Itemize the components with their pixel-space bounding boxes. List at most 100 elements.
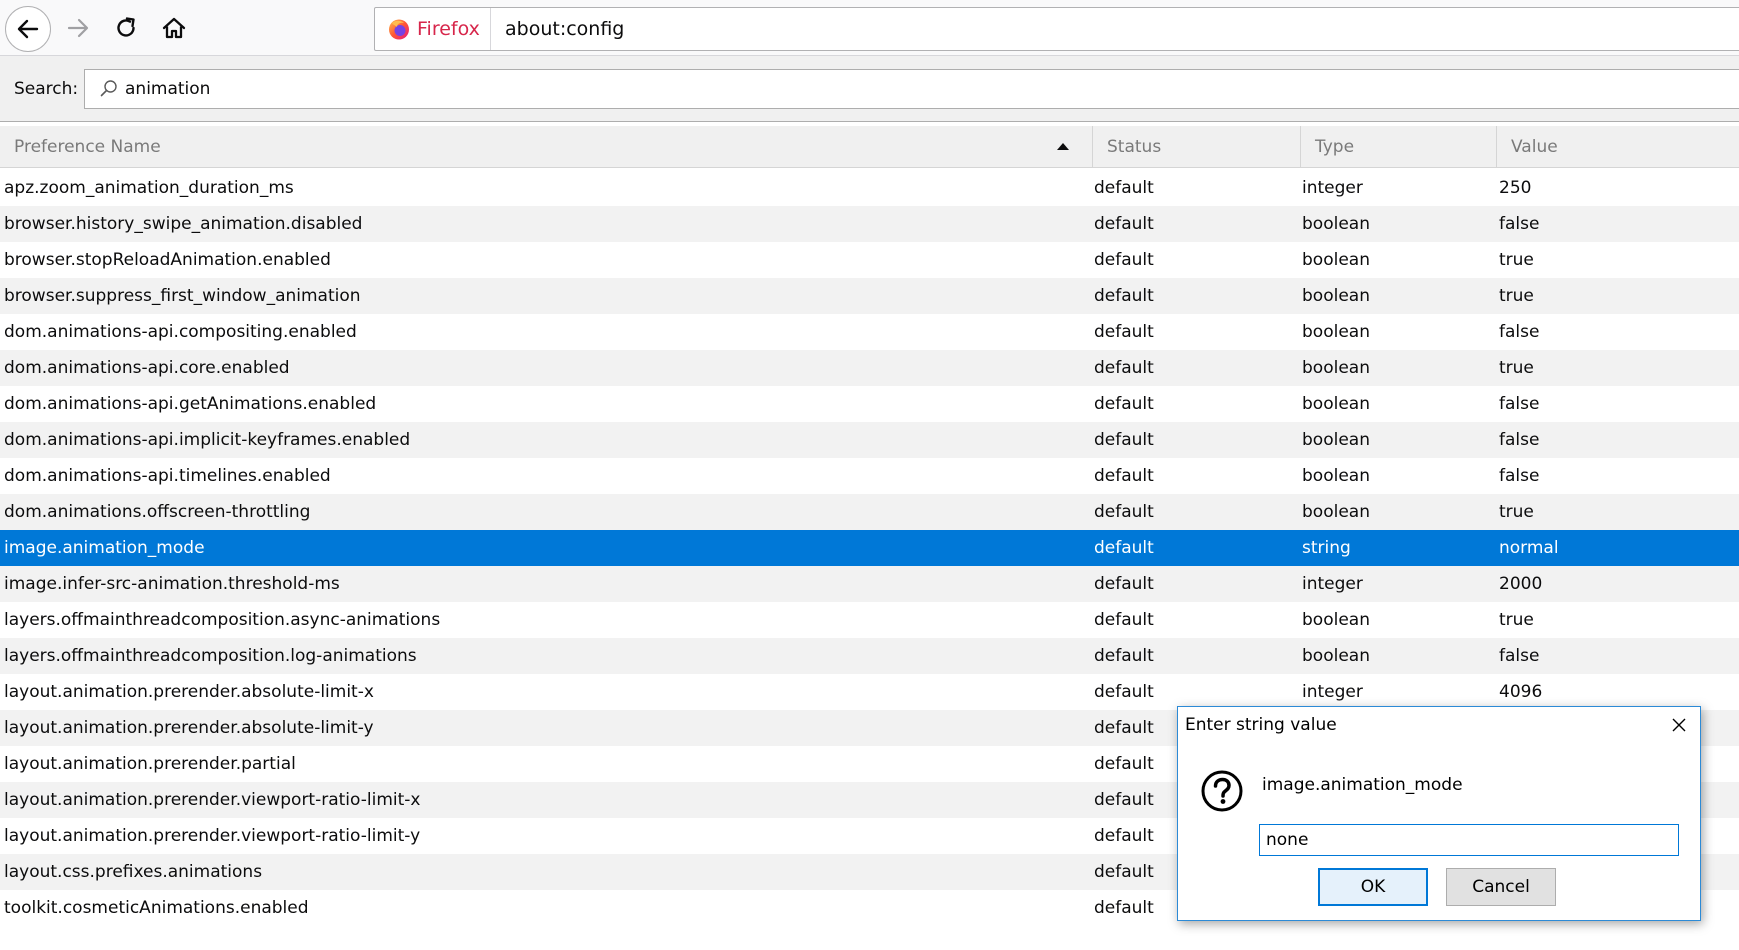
table-row[interactable]: dom.animations-api.getAnimations.enabled… bbox=[0, 386, 1739, 422]
url-text[interactable]: about:config bbox=[505, 8, 624, 50]
pref-value: true bbox=[1499, 250, 1534, 270]
table-row[interactable]: layers.offmainthreadcomposition.async-an… bbox=[0, 602, 1739, 638]
cancel-button[interactable]: Cancel bbox=[1446, 868, 1556, 906]
sort-ascending-icon bbox=[1057, 143, 1069, 150]
search-box[interactable] bbox=[84, 69, 1739, 109]
pref-status: default bbox=[1094, 394, 1154, 414]
arrow-left-icon bbox=[17, 19, 39, 39]
pref-status: default bbox=[1094, 790, 1154, 810]
search-input[interactable] bbox=[125, 70, 1725, 108]
pref-type: boolean bbox=[1302, 466, 1370, 486]
pref-status: default bbox=[1094, 898, 1154, 918]
pref-name: browser.suppress_first_window_animation bbox=[4, 286, 361, 306]
dialog-body: image.animation_mode OK Cancel bbox=[1178, 743, 1700, 920]
column-header-label: Value bbox=[1511, 137, 1558, 157]
table-row[interactable]: layout.animation.prerender.absolute-limi… bbox=[0, 674, 1739, 710]
pref-status: default bbox=[1094, 430, 1154, 450]
url-bar[interactable]: Firefox about:config bbox=[374, 7, 1739, 51]
pref-status: default bbox=[1094, 646, 1154, 666]
pref-name: dom.animations.offscreen-throttling bbox=[4, 502, 311, 522]
pref-value: false bbox=[1499, 394, 1540, 414]
pref-status: default bbox=[1094, 322, 1154, 342]
pref-type: boolean bbox=[1302, 394, 1370, 414]
pref-name: layout.animation.prerender.absolute-limi… bbox=[4, 682, 374, 702]
home-icon bbox=[162, 17, 186, 39]
pref-name: dom.animations-api.compositing.enabled bbox=[4, 322, 357, 342]
pref-name: browser.stopReloadAnimation.enabled bbox=[4, 250, 331, 270]
forward-button[interactable] bbox=[58, 8, 98, 48]
pref-value: true bbox=[1499, 286, 1534, 306]
table-row[interactable]: browser.stopReloadAnimation.enabled defau… bbox=[0, 242, 1739, 278]
string-value-input[interactable] bbox=[1259, 824, 1679, 856]
pref-type: boolean bbox=[1302, 610, 1370, 630]
pref-name: layers.offmainthreadcomposition.log-anim… bbox=[4, 646, 417, 666]
pref-status: default bbox=[1094, 682, 1154, 702]
table-row[interactable]: dom.animations-api.timelines.enabled defa… bbox=[0, 458, 1739, 494]
pref-value: false bbox=[1499, 430, 1540, 450]
pref-status: default bbox=[1094, 610, 1154, 630]
search-row: Search: bbox=[0, 56, 1739, 122]
arrow-right-icon bbox=[67, 18, 89, 38]
pref-status: default bbox=[1094, 754, 1154, 774]
enter-string-dialog: Enter string value image.animation_mode … bbox=[1177, 706, 1701, 921]
dialog-close-button[interactable] bbox=[1666, 713, 1692, 737]
pref-type: boolean bbox=[1302, 430, 1370, 450]
pref-type: string bbox=[1302, 538, 1351, 558]
pref-status: default bbox=[1094, 466, 1154, 486]
close-icon bbox=[1672, 718, 1686, 732]
column-header-type[interactable]: Type bbox=[1301, 126, 1497, 168]
pref-name: layout.animation.prerender.partial bbox=[4, 754, 296, 774]
identity-label: Firefox bbox=[417, 18, 480, 40]
table-row[interactable]: dom.animations-api.core.enabled default bo… bbox=[0, 350, 1739, 386]
pref-name: dom.animations-api.core.enabled bbox=[4, 358, 290, 378]
search-icon bbox=[100, 80, 117, 97]
table-row-selected[interactable]: image.animation_mode default string normal bbox=[0, 530, 1739, 566]
pref-value: true bbox=[1499, 610, 1534, 630]
pref-status: default bbox=[1094, 358, 1154, 378]
pref-type: integer bbox=[1302, 682, 1363, 702]
pref-status: default bbox=[1094, 502, 1154, 522]
table-row[interactable]: browser.history_swipe_animation.disabled… bbox=[0, 206, 1739, 242]
column-header-preference-name[interactable]: Preference Name bbox=[0, 126, 1093, 168]
search-label: Search: bbox=[14, 79, 79, 99]
pref-status: default bbox=[1094, 250, 1154, 270]
pref-name: layout.animation.prerender.absolute-limi… bbox=[4, 718, 374, 738]
pref-type: boolean bbox=[1302, 646, 1370, 666]
column-header-value[interactable]: Value bbox=[1497, 126, 1739, 168]
pref-type: boolean bbox=[1302, 286, 1370, 306]
pref-value: true bbox=[1499, 502, 1534, 522]
pref-name: image.animation_mode bbox=[4, 538, 205, 558]
pref-name: toolkit.cosmeticAnimations.enabled bbox=[4, 898, 309, 918]
home-button[interactable] bbox=[154, 8, 194, 48]
ok-button[interactable]: OK bbox=[1318, 868, 1428, 906]
reload-button[interactable] bbox=[106, 8, 146, 48]
table-row[interactable]: dom.animations-api.compositing.enabled de… bbox=[0, 314, 1739, 350]
dialog-title: Enter string value bbox=[1185, 715, 1337, 735]
pref-type: boolean bbox=[1302, 214, 1370, 234]
pref-name: dom.animations-api.implicit-keyframes.en… bbox=[4, 430, 411, 450]
question-icon bbox=[1201, 770, 1243, 812]
identity-box[interactable]: Firefox bbox=[375, 8, 491, 50]
pref-name: layout.animation.prerender.viewport-rati… bbox=[4, 826, 421, 846]
pref-type: integer bbox=[1302, 574, 1363, 594]
pref-value: false bbox=[1499, 646, 1540, 666]
back-button[interactable] bbox=[5, 6, 51, 52]
column-header-status[interactable]: Status bbox=[1093, 126, 1301, 168]
column-header-label: Type bbox=[1315, 137, 1355, 157]
dialog-titlebar[interactable]: Enter string value bbox=[1178, 707, 1700, 743]
table-row[interactable]: apz.zoom_animation_duration_ms default int… bbox=[0, 170, 1739, 206]
column-header-label: Status bbox=[1107, 137, 1162, 157]
pref-name: apz.zoom_animation_duration_ms bbox=[4, 178, 294, 198]
table-row[interactable]: dom.animations-api.implicit-keyframes.en… bbox=[0, 422, 1739, 458]
table-row[interactable]: dom.animations.offscreen-throttling defau… bbox=[0, 494, 1739, 530]
pref-name: dom.animations-api.timelines.enabled bbox=[4, 466, 331, 486]
firefox-logo-icon bbox=[389, 19, 409, 40]
table-row[interactable]: browser.suppress_first_window_animation d… bbox=[0, 278, 1739, 314]
pref-type: boolean bbox=[1302, 250, 1370, 270]
pref-value: normal bbox=[1499, 538, 1559, 558]
table-row[interactable]: image.infer-src-animation.threshold-ms de… bbox=[0, 566, 1739, 602]
pref-name: browser.history_swipe_animation.disabled bbox=[4, 214, 363, 234]
pref-status: default bbox=[1094, 178, 1154, 198]
table-row[interactable]: layers.offmainthreadcomposition.log-anim… bbox=[0, 638, 1739, 674]
pref-status: default bbox=[1094, 574, 1154, 594]
